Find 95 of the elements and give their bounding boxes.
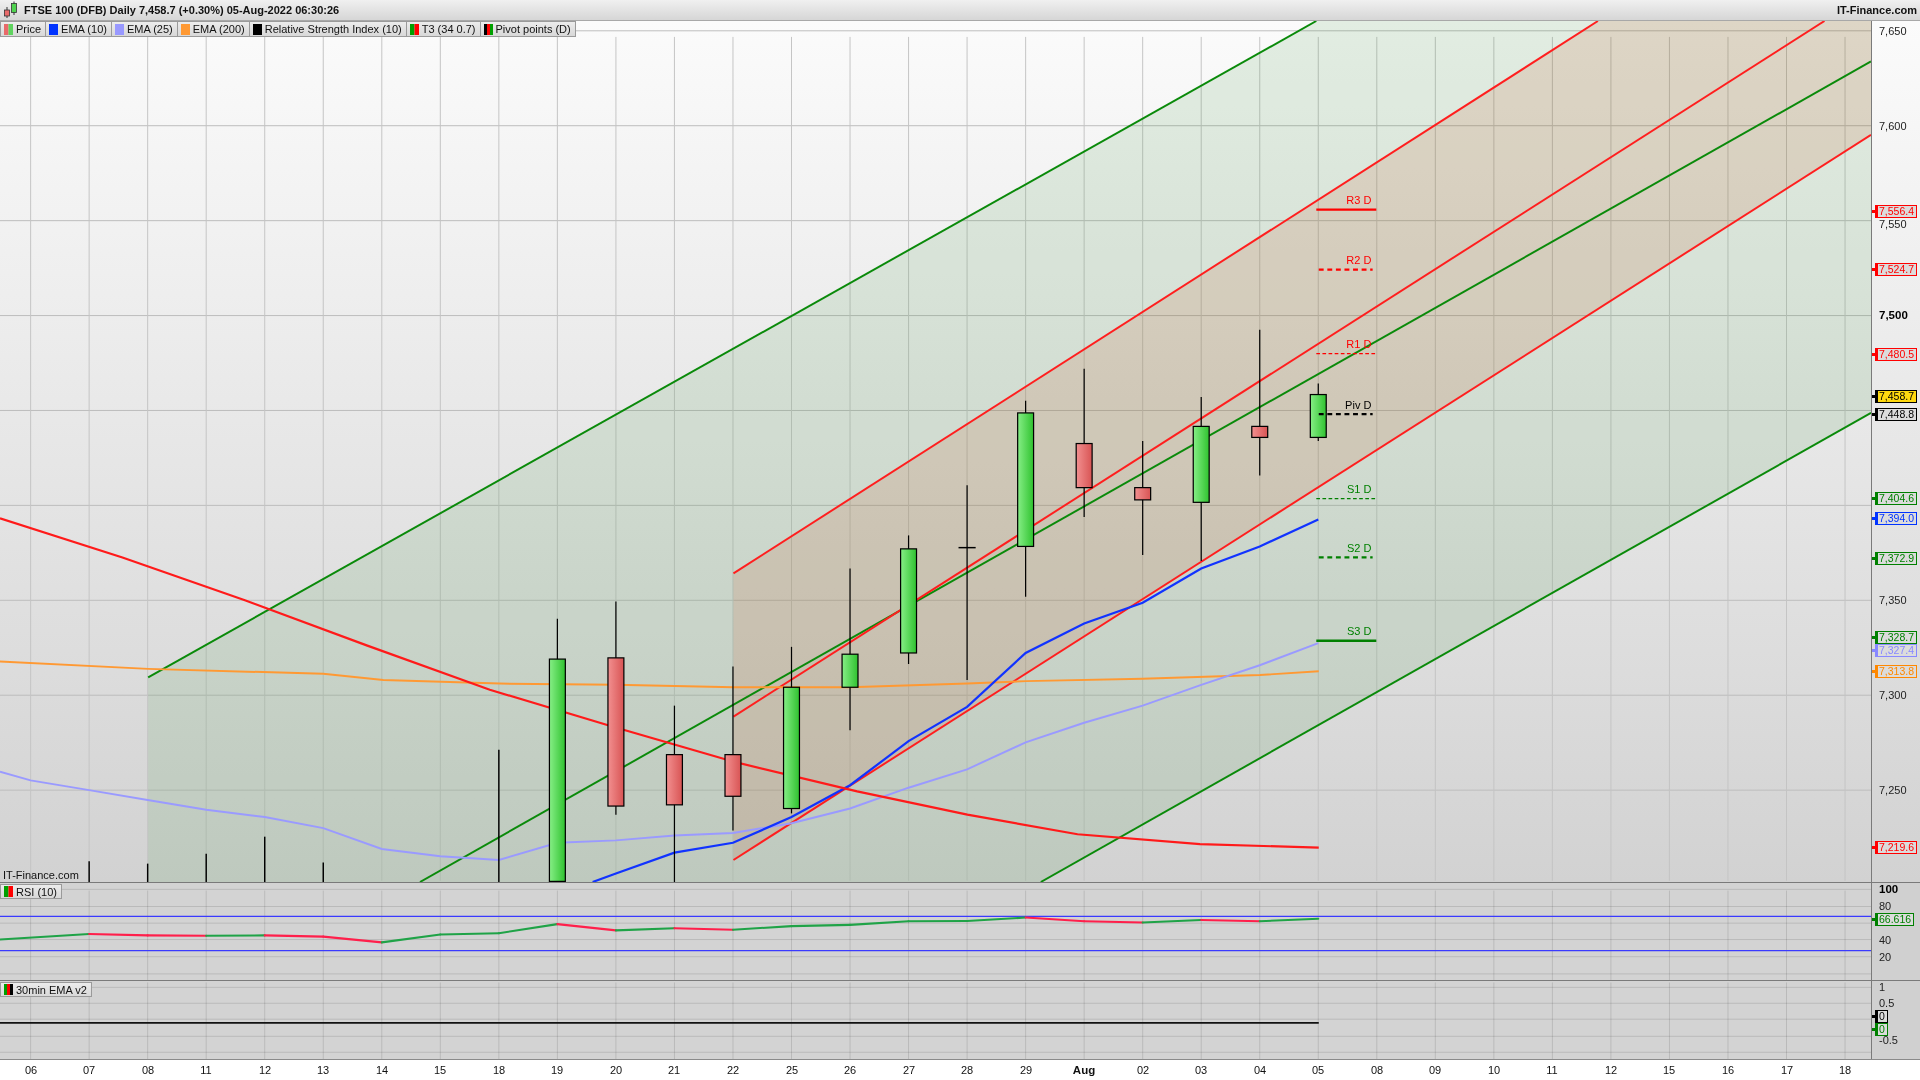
axis-label: 7,650 — [1879, 25, 1907, 38]
color-swatch-icon — [483, 23, 493, 35]
date-label: 29 — [1019, 1064, 1033, 1077]
pivot-label: R2 D — [1346, 254, 1372, 267]
date-label: 11 — [200, 1064, 212, 1077]
date-label: 13 — [316, 1064, 330, 1077]
date-label: 03 — [1194, 1064, 1208, 1077]
legend-label: T3 (34 0.7) — [421, 23, 476, 35]
legend-label: EMA (10) — [61, 23, 107, 35]
date-label: 09 — [1428, 1064, 1442, 1077]
price-tag: 7,556.4 — [1872, 205, 1918, 218]
pivot-label: S2 D — [1346, 541, 1372, 554]
price-tag: 7,480.5 — [1872, 348, 1918, 361]
date-label: 17 — [1780, 1064, 1794, 1077]
axis-label: 100 — [1879, 883, 1899, 896]
date-label: 08 — [141, 1064, 155, 1077]
value-tag: 66.616 — [1872, 913, 1915, 926]
color-swatch-icon — [49, 23, 59, 35]
value-tag: 0 — [1872, 1023, 1888, 1036]
site-name: IT-Finance.com — [1836, 4, 1917, 16]
date-label: 19 — [550, 1064, 564, 1077]
date-label: 16 — [1721, 1064, 1735, 1077]
legend-label: Pivot points (D) — [495, 23, 571, 35]
date-label: 14 — [375, 1064, 389, 1077]
color-swatch-icon — [409, 23, 419, 35]
color-swatch-icon — [4, 886, 13, 897]
axis-label: 7,350 — [1879, 594, 1907, 607]
price-tag: 7,313.8 — [1872, 665, 1918, 678]
site-label: IT-Finance.com — [3, 869, 79, 881]
price-tag: 7,524.7 — [1872, 263, 1918, 276]
date-label: 10 — [1487, 1064, 1501, 1077]
date-label: 18 — [492, 1064, 506, 1077]
axis-label: 0.5 — [1879, 997, 1895, 1010]
date-label: 08 — [1370, 1064, 1384, 1077]
candle-wick — [146, 862, 149, 882]
date-label: 25 — [785, 1064, 799, 1077]
date-label: 20 — [609, 1064, 623, 1077]
color-swatch-icon — [252, 23, 262, 35]
axis-label: 7,600 — [1879, 120, 1907, 133]
pivot-label: Piv D — [1345, 398, 1372, 411]
price-tag: 7,327.4 — [1872, 644, 1918, 657]
legend-label: Price — [16, 23, 42, 35]
pivot-label: R3 D — [1346, 194, 1372, 207]
rising-candle — [1309, 382, 1327, 442]
color-swatch-icon — [114, 23, 124, 35]
date-label: 05 — [1311, 1064, 1325, 1077]
candlestick-icon — [3, 1, 19, 19]
price-tag: 7,394.0 — [1872, 512, 1918, 525]
price-tag: 7,372.9 — [1872, 552, 1918, 565]
date-label: Aug — [1072, 1064, 1096, 1077]
date-label: 27 — [902, 1064, 916, 1077]
date-label: 12 — [258, 1064, 272, 1077]
date-label: 21 — [667, 1064, 681, 1077]
date-label: 04 — [1253, 1064, 1267, 1077]
date-label: 11 — [1546, 1064, 1558, 1077]
price-tag: 7,458.7 — [1872, 390, 1918, 403]
indicator-label: 30min EMA v2 — [16, 983, 87, 996]
pivot-label: S3 D — [1346, 625, 1372, 638]
axis-label: 20 — [1879, 951, 1892, 964]
date-label: 28 — [960, 1064, 974, 1077]
axis-label: 7,500 — [1879, 309, 1908, 322]
date-label: 15 — [1662, 1064, 1676, 1077]
axis-label: 7,250 — [1879, 784, 1907, 797]
candle-wick — [205, 853, 207, 882]
legend-label: EMA (200) — [192, 23, 245, 35]
chart-title: FTSE 100 (DFB) Daily 7,458.7 (+0.30%) 05-Aug-2022 06:30:26 — [24, 4, 340, 16]
axis-label: -0.5 — [1879, 1034, 1898, 1047]
date-label: 02 — [1136, 1064, 1150, 1077]
axis-label: 40 — [1879, 934, 1892, 947]
color-swatch-icon — [180, 23, 190, 35]
date-label: 26 — [843, 1064, 857, 1077]
candle-wick — [264, 835, 266, 882]
color-swatch-icon — [4, 23, 13, 35]
date-label: 18 — [1838, 1064, 1852, 1077]
candle-wick — [322, 861, 324, 882]
date-label: 15 — [433, 1064, 447, 1077]
axis-label: 7,550 — [1879, 218, 1907, 231]
date-label: 22 — [726, 1064, 740, 1077]
indicator-label: RSI (10) — [16, 885, 57, 898]
legend-label: EMA (25) — [126, 23, 173, 35]
value-tag: 0 — [1872, 1010, 1888, 1023]
color-swatch-icon — [4, 984, 13, 995]
axis-label: 80 — [1879, 900, 1892, 913]
price-tag: 7,404.6 — [1872, 492, 1918, 505]
price-tag: 7,219.6 — [1872, 841, 1918, 854]
legend-label: Relative Strength Index (10) — [264, 23, 402, 35]
pivot-label: S1 D — [1346, 483, 1372, 496]
date-label: 12 — [1604, 1064, 1618, 1077]
price-tag: 7,448.8 — [1872, 408, 1918, 421]
axis-label: 7,300 — [1879, 689, 1907, 702]
date-label: 06 — [24, 1064, 38, 1077]
date-label: 07 — [82, 1064, 96, 1077]
candle-wick — [88, 860, 90, 882]
axis-label: 1 — [1879, 981, 1886, 994]
price-tag: 7,328.7 — [1872, 631, 1918, 644]
